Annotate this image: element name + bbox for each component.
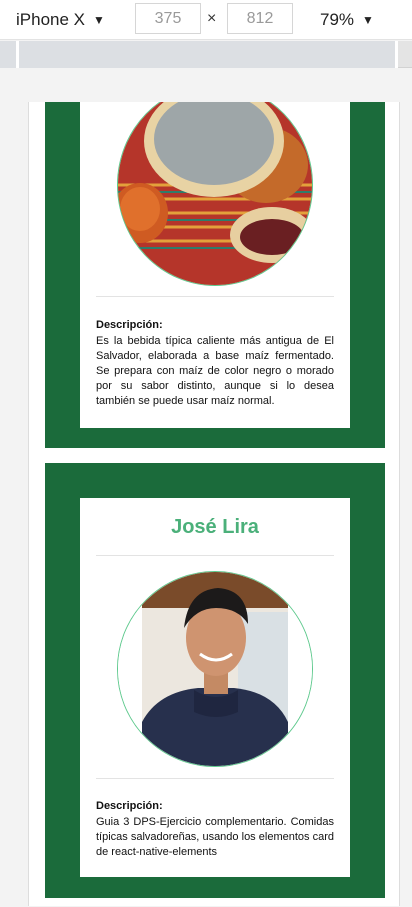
- ruler-segment: [19, 41, 395, 68]
- profile-name: José Lira: [171, 516, 259, 538]
- card-divider: [96, 778, 334, 779]
- description-text: Es la bebida típica caliente más antigua…: [96, 335, 334, 407]
- dish-photo: [117, 102, 313, 286]
- description-title: Descripción:: [96, 319, 163, 331]
- description-text: Guia 3 DPS-Ejercicio complementario. Com…: [96, 816, 334, 858]
- profile-photo: [117, 571, 313, 767]
- zoom-select[interactable]: 79% ▼: [320, 8, 374, 32]
- dish-card: Descripción: Es la bebida típica calient…: [45, 102, 385, 448]
- atole-image: [118, 102, 312, 285]
- person-photo-icon: [118, 572, 312, 766]
- dimension-separator: ×: [207, 10, 217, 27]
- width-input[interactable]: 375: [135, 3, 201, 34]
- profile-card: José Lira Descripción: Guia 3 DPS-Ejerci…: [45, 463, 385, 898]
- zoom-label: 79%: [320, 10, 355, 29]
- devtools-toolbar: iPhone X ▼ 375 × 812 79% ▼: [0, 0, 412, 40]
- card-divider: [96, 555, 334, 556]
- ruler-tick: [395, 41, 398, 68]
- device-select[interactable]: iPhone X ▼: [16, 8, 105, 32]
- card-body: Descripción: Es la bebida típica calient…: [80, 102, 350, 428]
- caret-down-icon: ▼: [362, 13, 374, 27]
- device-label: iPhone X: [16, 10, 85, 29]
- caret-down-icon: ▼: [93, 13, 105, 27]
- device-viewport[interactable]: Descripción: Es la bebida típica calient…: [28, 102, 400, 906]
- height-input[interactable]: 812: [227, 3, 293, 34]
- media-query-ruler[interactable]: [0, 41, 412, 68]
- description-title: Descripción:: [96, 800, 163, 812]
- card-divider: [96, 296, 334, 297]
- card-body: José Lira Descripción: Guia 3 DPS-Ejerci…: [80, 498, 350, 877]
